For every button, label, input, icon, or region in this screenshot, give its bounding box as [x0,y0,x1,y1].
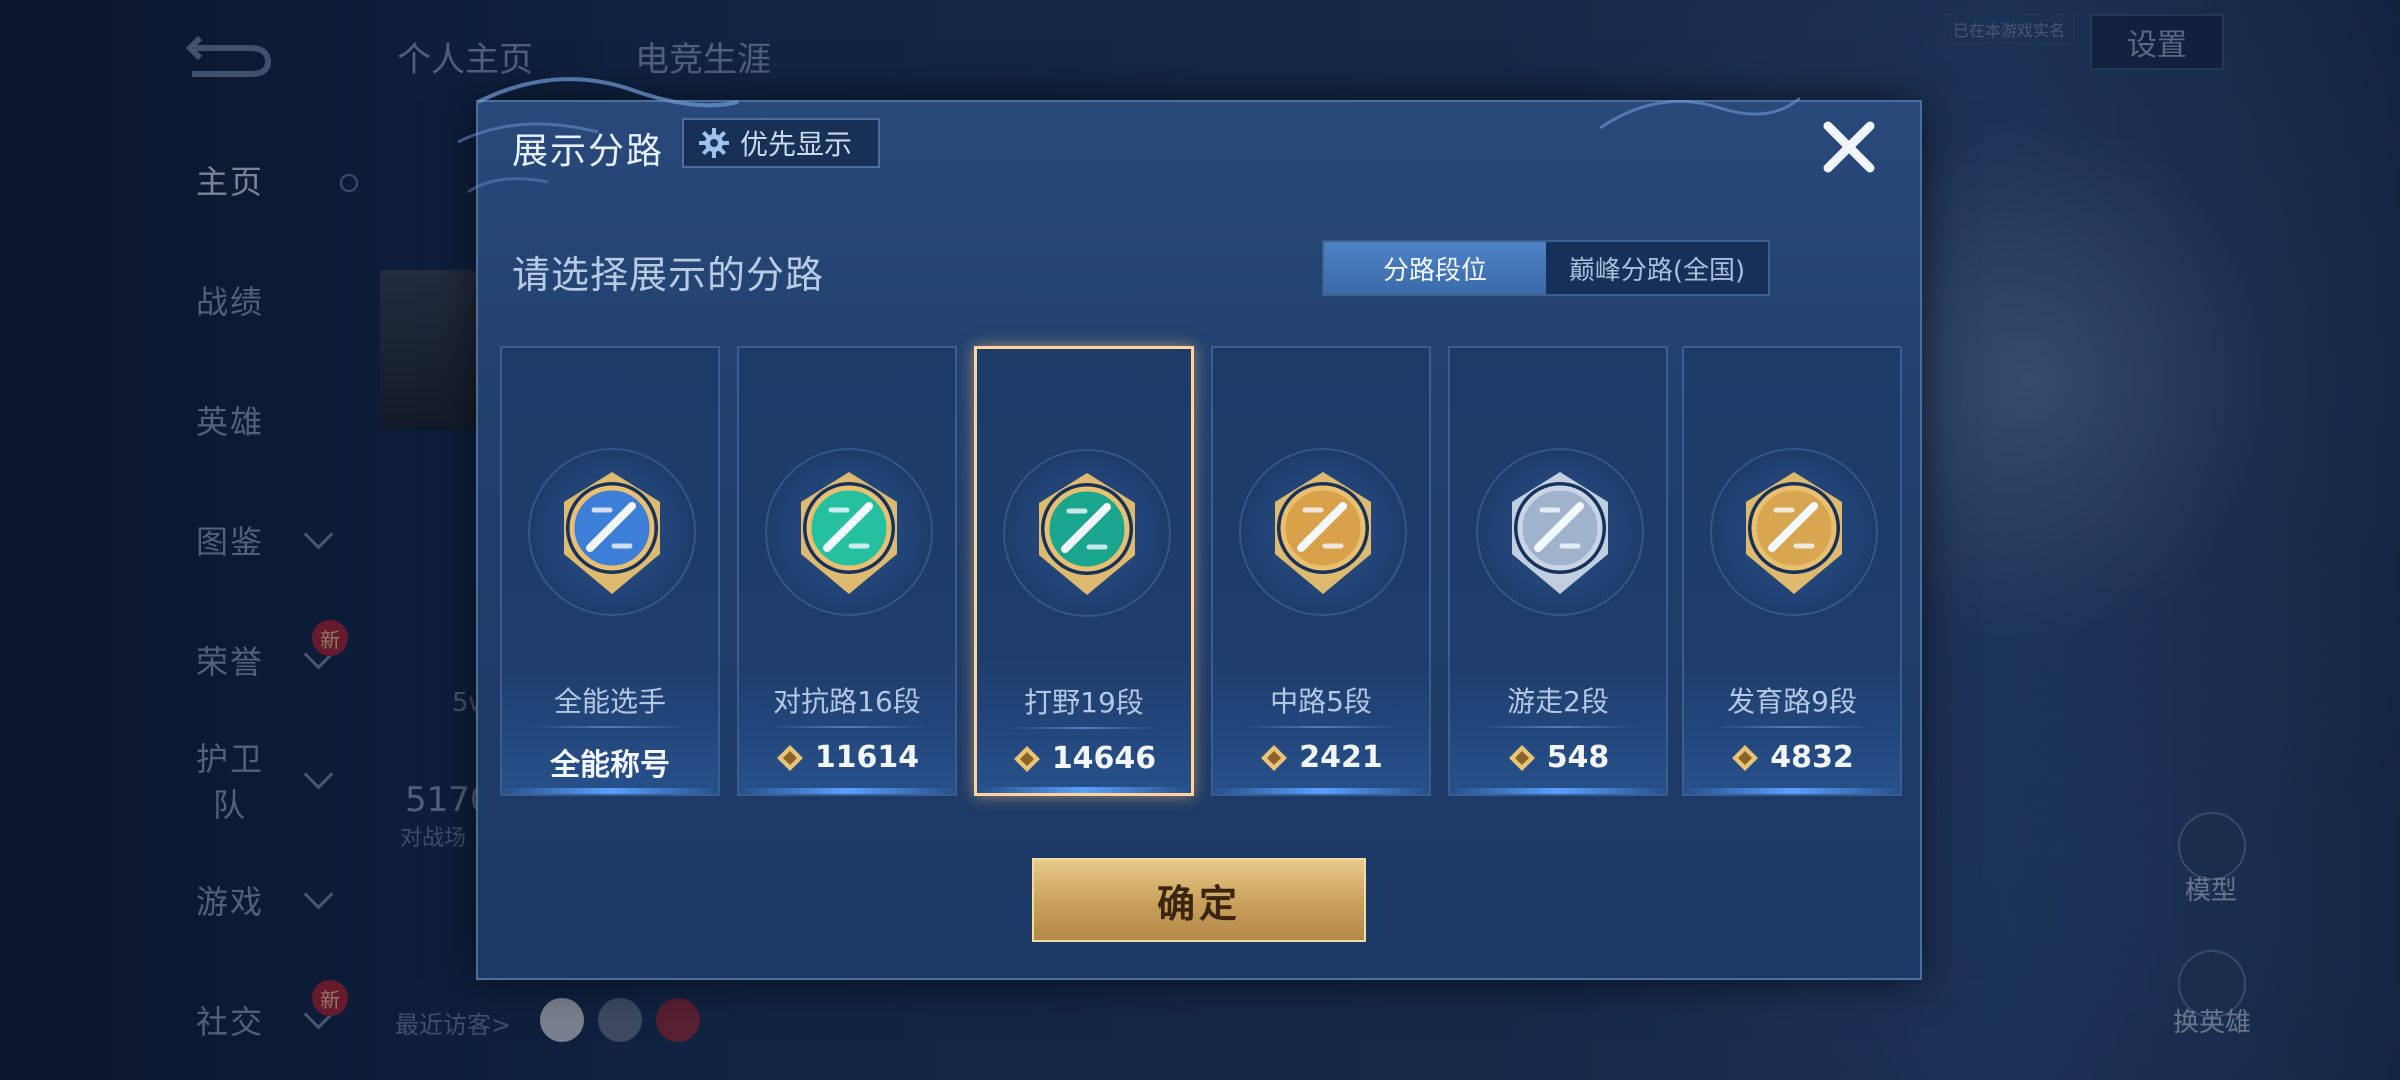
roam-emblem-icon [1512,472,1608,594]
lane-card[interactable]: 中路5段 2421 [1211,346,1431,796]
lane-card-score: 11614 [739,740,955,775]
lane-card[interactable]: 对抗路16段 11614 [737,346,957,796]
jungle-emblem-icon [1039,473,1135,595]
farm-lane-emblem-icon [1746,472,1842,594]
divider [1243,726,1399,728]
lane-card-title: 对抗路16段 [773,685,921,718]
proficiency-points-icon [1261,744,1288,771]
lane-card-title: 发育路9段 [1727,685,1857,718]
divider [1714,726,1870,728]
lane-card-score: 2421 [1213,740,1429,775]
lane-card-score: 548 [1450,740,1666,775]
lane-card[interactable]: 游走2段 548 [1448,346,1668,796]
dialog-title: 展示分路 [512,131,665,172]
priority-display-button[interactable]: 优先显示 [682,118,880,168]
lane-card-score: 全能称号 [502,740,718,784]
proficiency-points-icon [776,744,803,771]
lane-card-title: 打野19段 [1024,686,1144,719]
divider [769,726,925,728]
confirm-button[interactable]: 确定 [1032,858,1366,942]
lane-card-value: 548 [1546,740,1610,775]
lane-display-dialog: 展示分路 优先显示 请选择展示的分路 分路段位 巅峰分路(全国) 全能选手全能称… [457,77,1922,980]
priority-display-label: 优先显示 [740,128,853,161]
divider [532,726,688,728]
confirm-label: 确定 [1156,881,1241,926]
lane-card[interactable]: 发育路9段 4832 [1682,346,1902,796]
lane-card-title: 游走2段 [1507,685,1609,718]
all-round-emblem-icon [564,472,660,594]
lane-card-value: 14646 [1051,741,1157,776]
lane-card-value: 2421 [1299,740,1383,775]
tab-peak-lane-national[interactable]: 巅峰分路(全国) [1546,242,1768,294]
instruction-text: 请选择展示的分路 [512,253,825,297]
proficiency-points-icon [1013,745,1040,772]
lane-card-value: 11614 [814,740,920,775]
proficiency-points-icon [1732,744,1759,771]
lane-card-list: 全能选手 全能称号 对抗路16段 11614 打野19段 14646 中路5段 2421 游走2… [500,346,1902,796]
cloud-ornament-icon [1600,96,1800,130]
divider [1480,726,1636,728]
lane-card-title: 全能选手 [553,685,666,718]
lane-card-value: 全能称号 [550,748,670,783]
lane-card-score: 4832 [1684,740,1900,775]
lane-card-score: 14646 [977,741,1191,776]
divider [1007,727,1161,729]
lane-card[interactable]: 打野19段 14646 [974,346,1194,796]
gear-icon [699,128,729,158]
close-icon[interactable] [1814,112,1884,182]
mid-lane-emblem-icon [1275,472,1371,594]
view-toggle: 分路段位 巅峰分路(全国) [1322,240,1770,296]
tab-lane-rank[interactable]: 分路段位 [1324,242,1546,294]
lane-card[interactable]: 全能选手 全能称号 [500,346,720,796]
lane-card-title: 中路5段 [1270,685,1372,718]
proficiency-points-icon [1508,744,1535,771]
clash-lane-emblem-icon [801,472,897,594]
lane-card-value: 4832 [1770,740,1854,775]
